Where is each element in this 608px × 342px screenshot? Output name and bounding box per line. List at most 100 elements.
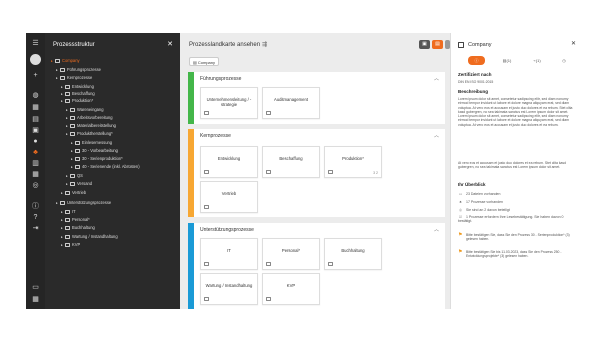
fact-processes: ♣ 17 Prozesse vorhanden <box>459 200 503 204</box>
folder-icon <box>65 242 70 247</box>
active-view-button[interactable]: ▤ <box>432 40 443 49</box>
fact-files: ▭ 23 Dateien vorhanden <box>458 192 501 196</box>
company-chip[interactable]: ▤ Company <box>189 57 220 66</box>
globe-icon[interactable]: ◍ <box>30 91 41 101</box>
tree-item[interactable]: ▸ Produktherstellung* <box>66 130 113 137</box>
folder-icon: ▭ <box>458 192 463 196</box>
tree-title: Prozessstruktur <box>53 42 95 48</box>
help-icon[interactable]: ? <box>30 213 41 223</box>
warning-icon: ⚑ <box>458 249 463 255</box>
folder-icon <box>65 84 70 89</box>
folder-icon <box>70 123 75 128</box>
tree-item[interactable]: ▸ Einlesemessung <box>71 139 112 146</box>
process-icon[interactable]: ♣ <box>30 148 41 158</box>
menu-icon[interactable]: ☰ <box>30 39 41 49</box>
process-card[interactable]: Unternehmensleitung / -strategie <box>200 87 258 119</box>
tab-links[interactable]: ⌁(1) <box>524 56 550 65</box>
folder-icon <box>70 115 75 120</box>
process-card[interactable]: Entwicklung <box>200 146 258 178</box>
process-card[interactable]: Wartung / Instandhaltung <box>200 273 258 305</box>
section-color-bar <box>188 223 194 309</box>
tree-item[interactable]: ▸ Arbeitsvorbereitung <box>66 114 113 121</box>
tree-item[interactable]: ▸ Versand <box>66 180 92 187</box>
page-title: Prozesslandkarte ansehen <box>189 42 261 48</box>
warning-icon: ⚑ <box>458 232 463 238</box>
document-icon[interactable]: ▤ <box>30 115 41 125</box>
panel-title: Company <box>468 42 492 48</box>
people-icon[interactable]: ◎ <box>30 181 41 191</box>
tab-documents[interactable]: ▤(1) <box>494 56 520 65</box>
process-card[interactable]: IT <box>200 238 258 270</box>
process-card[interactable]: Vertrieb <box>200 181 258 213</box>
description-2: At vero eos et accusam et justo duo dolo… <box>458 161 566 170</box>
tree-item[interactable]: ▸ Buchhaltung <box>61 224 95 231</box>
process-card[interactable]: Produktion* 3 2 <box>324 146 382 178</box>
description: Lorem ipsum dolor sit amet, consetetur s… <box>458 97 573 127</box>
chevron-up-icon[interactable]: ︿ <box>434 226 439 233</box>
tree-item[interactable]: ▸ 40 - Serienende (inkl. Abrüsten) <box>71 163 140 170</box>
process-card[interactable]: Buchhaltung <box>324 238 382 270</box>
close-icon[interactable]: ✕ <box>167 40 173 48</box>
building-icon <box>458 42 464 48</box>
logout-icon[interactable]: ⇥ <box>30 224 41 234</box>
folder-icon <box>204 205 209 209</box>
dashboard-icon[interactable]: ▦ <box>30 103 41 113</box>
chevron-up-icon[interactable]: ︿ <box>434 132 439 139</box>
tree-item[interactable]: ▸ Führungsprozesse <box>56 66 101 73</box>
folder-icon <box>55 58 60 63</box>
map-view-button[interactable]: ▣ <box>419 40 430 49</box>
folder-icon <box>266 297 271 301</box>
section-kernprozesse: Kernprozesse ︿ Entwicklung Beschaffung P… <box>188 129 445 217</box>
tree-item[interactable]: ▸ Kernprozesse <box>56 74 92 81</box>
tree-item[interactable]: ▸ Wartung / Instandhaltung <box>61 233 118 240</box>
process-card[interactable]: Auditmanagement <box>262 87 320 119</box>
avatar[interactable] <box>30 54 41 65</box>
info-icon[interactable]: ⓘ <box>30 202 41 212</box>
details-panel: Company ✕ ⓘ ▤(1) ⌁(1) ◷ Zertifiziert nac… <box>450 33 583 309</box>
tree-item[interactable]: ▸ Company <box>51 57 80 64</box>
tree-item[interactable]: ▸ Materialbereitstellung <box>66 122 116 129</box>
warning-read-1[interactable]: Bitte bestätigen Sie, dass Sie den Proze… <box>466 233 578 242</box>
tree-item[interactable]: ▸ Produktion* <box>61 97 93 104</box>
tree-item[interactable]: ▸ Beschaffung <box>61 90 95 97</box>
tab-history[interactable]: ◷ <box>551 56 577 65</box>
calendar-icon[interactable]: ▣ <box>30 126 41 136</box>
folder-icon <box>204 262 209 266</box>
folder-icon <box>328 170 333 174</box>
folder-icon <box>70 131 75 136</box>
section-fuehrungsprozesse: Führungsprozesse ︿ Unternehmensleitung /… <box>188 72 445 124</box>
tree-item[interactable]: ▸ Vertrieb <box>61 189 86 196</box>
tree-item[interactable]: ▸ IT <box>61 208 76 215</box>
process-icon: ♣ <box>459 200 462 204</box>
table-icon[interactable]: ▦ <box>30 170 41 180</box>
close-icon[interactable]: ✕ <box>571 40 576 47</box>
process-card[interactable]: Beschaffung <box>262 146 320 178</box>
process-card[interactable]: KVP <box>262 273 320 305</box>
tree-item[interactable]: ▸ Entwicklung <box>61 83 94 90</box>
tree-item[interactable]: ▸ Wareneingang <box>66 106 103 113</box>
section-color-bar <box>188 129 194 217</box>
tree-item[interactable]: ▸ 30 - Vorbearbeitung <box>71 147 118 154</box>
grid-icon[interactable]: ▦ <box>30 295 41 305</box>
plus-icon[interactable]: + <box>30 71 41 81</box>
folder-icon <box>65 217 70 222</box>
filter-icon[interactable]: ⇶ <box>262 41 267 48</box>
lightbulb-icon[interactable]: ● <box>30 137 41 147</box>
section-title: Führungsprozesse <box>200 76 242 82</box>
folder-icon <box>65 209 70 214</box>
chevron-up-icon[interactable]: ︿ <box>434 75 439 82</box>
cert-title: Zertifiziert nach <box>458 72 492 77</box>
process-card[interactable]: Personal* <box>262 238 320 270</box>
folder-icon[interactable]: ▭ <box>30 283 41 293</box>
tree-item[interactable]: ▸ Unterstützungsprozesse <box>56 199 111 206</box>
tree-item[interactable]: ▸ Personal* <box>61 216 90 223</box>
folder-icon <box>65 234 70 239</box>
chart-icon[interactable]: ▥ <box>30 159 41 169</box>
folder-icon <box>70 107 75 112</box>
warning-read-2[interactable]: Bitte bestätigen Sie bis 11.03.2023, das… <box>466 250 578 259</box>
folder-icon <box>266 111 271 115</box>
tree-item[interactable]: ▸ KVP <box>61 241 80 248</box>
tree-item[interactable]: ▸ QS <box>66 172 83 179</box>
tab-info[interactable]: ⓘ <box>468 56 485 65</box>
tree-item[interactable]: ▸ 30 - Serienproduktion* <box>71 155 123 162</box>
